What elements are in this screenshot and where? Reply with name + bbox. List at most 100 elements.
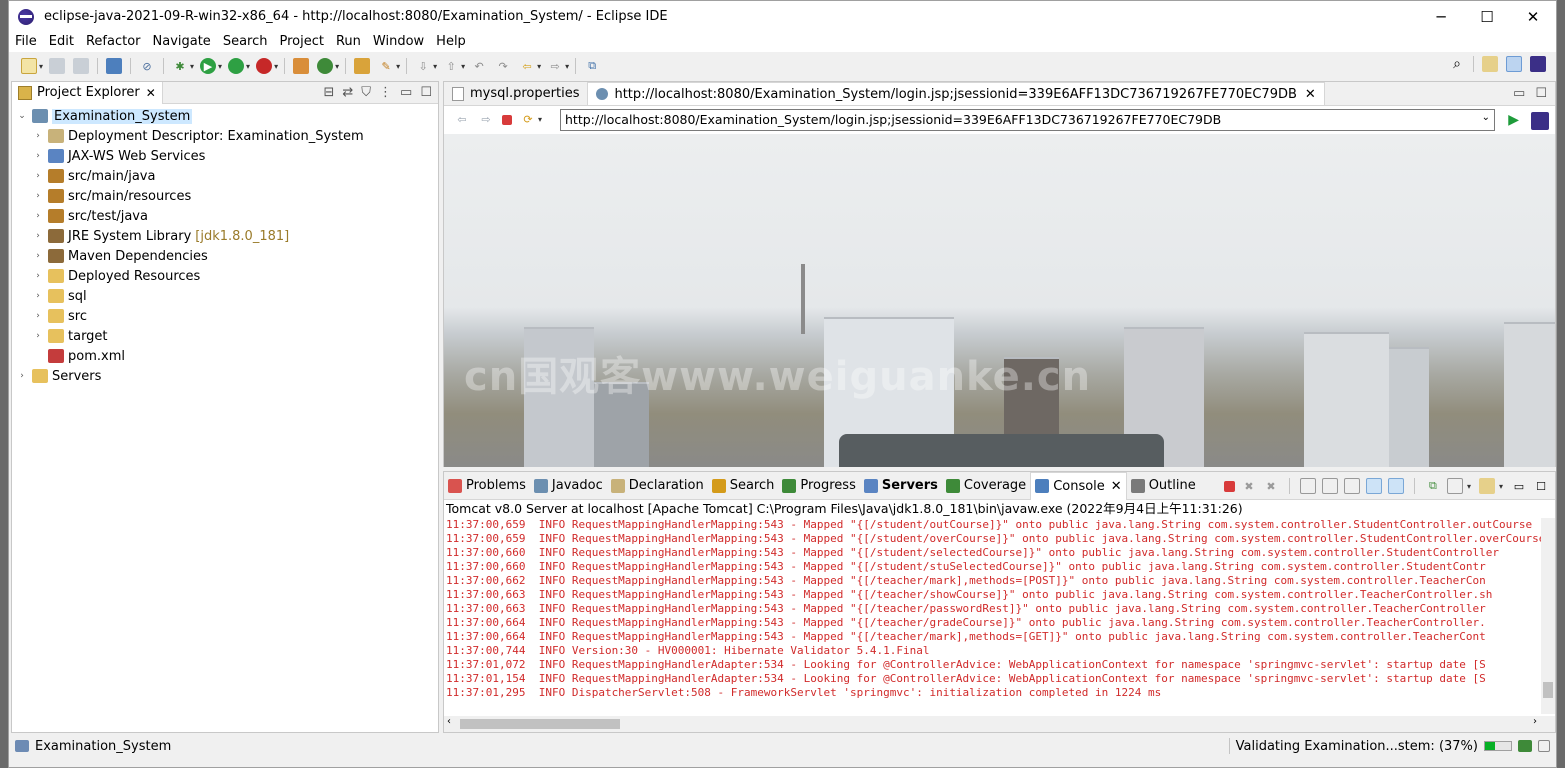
- scroll-right-icon[interactable]: ›: [1533, 716, 1537, 727]
- tree-item[interactable]: › target: [12, 326, 438, 346]
- save-all-icon[interactable]: [73, 58, 90, 74]
- skip-breakpoints-icon[interactable]: ⊘: [139, 58, 155, 74]
- chevron-right-icon[interactable]: ›: [32, 251, 44, 261]
- chevron-right-icon[interactable]: ›: [32, 331, 44, 341]
- maximize-view-icon[interactable]: ☐: [420, 85, 432, 100]
- tree-item[interactable]: › JAX-WS Web Services: [12, 146, 438, 166]
- tree-item[interactable]: › src/test/java: [12, 206, 438, 226]
- close-button[interactable]: ✕: [1510, 1, 1556, 32]
- chevron-right-icon[interactable]: ›: [16, 371, 28, 381]
- maximize-button[interactable]: ☐: [1464, 1, 1510, 32]
- chevron-down-icon[interactable]: ⌄: [16, 111, 28, 121]
- tree-item[interactable]: › src/main/java: [12, 166, 438, 186]
- scroll-lock-icon[interactable]: [1321, 478, 1338, 494]
- chevron-right-icon[interactable]: ›: [32, 131, 44, 141]
- chevron-right-icon[interactable]: ›: [32, 211, 44, 221]
- show-on-stderr-icon[interactable]: [1387, 478, 1404, 494]
- run-icon[interactable]: ▶: [200, 58, 217, 74]
- pin-editor-icon[interactable]: ⧉: [584, 58, 600, 74]
- view-menu-icon[interactable]: ⋮: [379, 85, 392, 100]
- tab-declaration[interactable]: Declaration: [607, 472, 708, 500]
- forward-icon[interactable]: ⇨: [547, 58, 563, 74]
- tab-browser[interactable]: http://localhost:8080/Examination_System…: [587, 82, 1325, 105]
- link-with-editor-icon[interactable]: ⇄: [342, 85, 353, 100]
- tree-item[interactable]: › src/main/resources: [12, 186, 438, 206]
- save-icon[interactable]: [49, 58, 66, 74]
- back-icon[interactable]: ⇦: [519, 58, 535, 74]
- menu-help[interactable]: Help: [430, 32, 472, 52]
- chevron-right-icon[interactable]: ›: [32, 191, 44, 201]
- coverage-run-icon[interactable]: [228, 58, 245, 74]
- chevron-right-icon[interactable]: ›: [32, 231, 44, 241]
- tree-item[interactable]: pom.xml: [12, 346, 438, 366]
- word-wrap-icon[interactable]: [1343, 478, 1360, 494]
- chevron-right-icon[interactable]: ›: [32, 291, 44, 301]
- menu-edit[interactable]: Edit: [43, 32, 80, 52]
- pin-console-icon[interactable]: ⧉: [1425, 478, 1441, 494]
- new-class-icon[interactable]: [317, 58, 334, 74]
- external-browser-icon[interactable]: [1531, 112, 1549, 130]
- collapse-all-icon[interactable]: ⊟: [323, 85, 334, 100]
- url-field[interactable]: http://localhost:8080/Examination_System…: [560, 109, 1495, 131]
- menu-file[interactable]: File: [9, 32, 43, 52]
- tab-servers[interactable]: Servers: [860, 472, 942, 500]
- minimize-panel-icon[interactable]: ▭: [1511, 478, 1527, 494]
- minimize-editor-icon[interactable]: ▭: [1513, 86, 1525, 101]
- last-edit-icon[interactable]: ↶: [471, 58, 487, 74]
- browser-forward-icon[interactable]: ⇨: [478, 112, 494, 128]
- horizontal-scroll-thumb[interactable]: [460, 719, 620, 729]
- tab-coverage[interactable]: Coverage: [942, 472, 1030, 500]
- close-tab-icon[interactable]: ✕: [1305, 87, 1316, 102]
- new-java-project-icon[interactable]: [293, 58, 310, 74]
- open-type-icon[interactable]: [354, 58, 371, 74]
- vertical-scroll-thumb[interactable]: [1543, 682, 1553, 698]
- open-task-icon[interactable]: ✎: [378, 58, 394, 74]
- tab-problems[interactable]: Problems: [444, 472, 530, 500]
- browser-stop-icon[interactable]: [502, 114, 512, 125]
- tree-item[interactable]: › JRE System Library [jdk1.8.0_181]: [12, 226, 438, 246]
- notification-icon[interactable]: [1538, 740, 1550, 752]
- filter-icon[interactable]: ⛉: [361, 85, 371, 100]
- minimize-view-icon[interactable]: ▭: [400, 85, 412, 100]
- menu-run[interactable]: Run: [330, 32, 367, 52]
- remove-all-icon[interactable]: ✖: [1263, 478, 1279, 494]
- console-output[interactable]: 11:37:00,659 INFO RequestMappingHandlerM…: [444, 518, 1555, 704]
- tab-progress[interactable]: Progress: [778, 472, 859, 500]
- remove-launch-icon[interactable]: ✖: [1241, 478, 1257, 494]
- progress-view-icon[interactable]: [1518, 740, 1532, 752]
- menu-navigate[interactable]: Navigate: [147, 32, 217, 52]
- vertical-scrollbar[interactable]: [1541, 518, 1555, 714]
- external-tools-icon[interactable]: [256, 58, 273, 74]
- open-console-icon[interactable]: [1478, 478, 1495, 494]
- scroll-left-icon[interactable]: ‹: [447, 716, 451, 727]
- browser-refresh-icon[interactable]: ⟳: [520, 112, 536, 128]
- chevron-down-icon[interactable]: ⌄: [1482, 112, 1490, 123]
- annotation-next-icon[interactable]: ⇩: [415, 58, 431, 74]
- menu-window[interactable]: Window: [367, 32, 430, 52]
- annotation-prev-icon[interactable]: ⇧: [443, 58, 459, 74]
- java-ee-perspective-icon[interactable]: [1530, 56, 1546, 72]
- debug-icon[interactable]: ✱: [172, 58, 188, 74]
- tree-item[interactable]: › Deployment Descriptor: Examination_Syst…: [12, 126, 438, 146]
- tab-search[interactable]: Search: [708, 472, 779, 500]
- tree-item[interactable]: › Deployed Resources: [12, 266, 438, 286]
- horizontal-scrollbar[interactable]: ‹ ›: [444, 716, 1555, 732]
- terminal-icon[interactable]: [106, 58, 123, 74]
- tree-item[interactable]: › Servers: [12, 366, 438, 386]
- tree-item[interactable]: › src: [12, 306, 438, 326]
- tree-item[interactable]: › Maven Dependencies: [12, 246, 438, 266]
- search-icon[interactable]: ⌕: [1449, 56, 1465, 72]
- menu-search[interactable]: Search: [217, 32, 274, 52]
- minimize-button[interactable]: ─: [1418, 1, 1464, 32]
- menu-project[interactable]: Project: [273, 32, 329, 52]
- tab-outline[interactable]: Outline: [1127, 472, 1200, 500]
- tab-javadoc[interactable]: Javadoc: [530, 472, 607, 500]
- open-perspective-icon[interactable]: [1482, 56, 1498, 72]
- tree-item[interactable]: › sql: [12, 286, 438, 306]
- browser-back-icon[interactable]: ⇦: [454, 112, 470, 128]
- chevron-right-icon[interactable]: ›: [32, 151, 44, 161]
- tree-item[interactable]: ⌄ Examination_System: [12, 106, 438, 126]
- maximize-panel-icon[interactable]: ☐: [1533, 478, 1549, 494]
- next-edit-icon[interactable]: ↷: [495, 58, 511, 74]
- chevron-right-icon[interactable]: ›: [32, 171, 44, 181]
